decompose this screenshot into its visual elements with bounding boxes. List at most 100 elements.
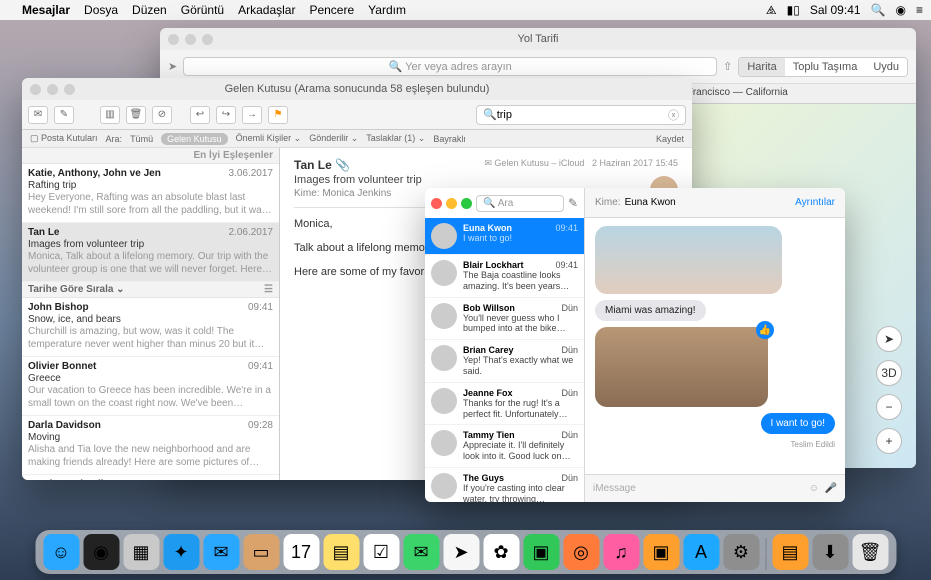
seg-map[interactable]: Harita — [739, 58, 784, 76]
mail-search[interactable]: 🔍 ⓧ — [476, 105, 686, 125]
conversation-row[interactable]: Jeanne FoxDünThanks for the rug! It's a … — [425, 383, 584, 426]
reader-to-label: Kime: — [294, 188, 320, 199]
received-image-2[interactable]: 👍 — [595, 327, 768, 407]
dock-notes[interactable]: ▤ — [323, 534, 359, 570]
received-image-1[interactable] — [595, 226, 782, 294]
seg-transit[interactable]: Toplu Taşıma — [785, 58, 866, 76]
mail-message-row[interactable]: John Bishop09:41Snow, ice, and bearsChur… — [22, 298, 279, 357]
mail-max[interactable] — [64, 84, 75, 95]
dock-safari[interactable]: ✦ — [163, 534, 199, 570]
dock-launchpad[interactable]: ▦ — [123, 534, 159, 570]
maps-close[interactable] — [168, 34, 179, 45]
maps-title: Yol Tarifi — [160, 33, 916, 45]
conversation-row[interactable]: Tammy TienDünAppreciate it. I'll definit… — [425, 425, 584, 468]
reply-all-button[interactable]: ↪ — [216, 106, 236, 124]
messages-max[interactable] — [461, 198, 472, 209]
messages-close[interactable] — [431, 198, 442, 209]
dock-reminders[interactable]: ☑ — [363, 534, 399, 570]
mailboxes-toggle[interactable]: ▢ Posta Kutuları — [30, 133, 98, 144]
fav-flagged[interactable]: Bayraklı — [433, 134, 466, 144]
mail-close[interactable] — [30, 84, 41, 95]
compose-button[interactable]: ✎ — [54, 106, 74, 124]
3d-button[interactable]: 3D — [876, 360, 902, 386]
map-type-segment[interactable]: Harita Toplu Taşıma Uydu — [738, 57, 908, 77]
scope-inbox[interactable]: Gelen Kutusu — [161, 133, 228, 145]
dock-messages[interactable]: ✉ — [403, 534, 439, 570]
share-icon[interactable]: ⇧ — [723, 60, 732, 73]
maps-min[interactable] — [185, 34, 196, 45]
delete-button[interactable]: 🗑 — [126, 106, 146, 124]
menu-buddies[interactable]: Arkadaşlar — [238, 3, 295, 17]
maps-max[interactable] — [202, 34, 213, 45]
dock-calendar[interactable]: 17 — [283, 534, 319, 570]
conversation-row[interactable]: Euna Kwon09:41I want to go! — [425, 218, 584, 255]
wifi-icon[interactable]: ⧌ — [766, 3, 777, 18]
group-sort-date[interactable]: Tarihe Göre Sırala ⌄☰ — [22, 282, 279, 298]
dock-appstore[interactable]: A — [683, 534, 719, 570]
mail-message-row[interactable]: Tan Le2.06.2017Images from volunteer tri… — [22, 223, 279, 282]
archive-button[interactable]: ▥ — [100, 106, 120, 124]
messages-min[interactable] — [446, 198, 457, 209]
dock-itunes[interactable]: ♫ — [603, 534, 639, 570]
conversation-row[interactable]: The GuysDünIf you're casting into clear … — [425, 468, 584, 502]
mail-message-row[interactable]: Heather Schoell07:41Travel expensesMonic… — [22, 475, 279, 480]
menu-help[interactable]: Yardım — [368, 3, 406, 17]
fav-sent[interactable]: Gönderilir ⌄ — [309, 133, 358, 144]
menu-window[interactable]: Pencere — [309, 3, 354, 17]
forward-button[interactable]: → — [242, 106, 262, 124]
menu-file[interactable]: Dosya — [84, 3, 118, 17]
conversation-row[interactable]: Brian CareyDünYep! That's exactly what w… — [425, 340, 584, 383]
dock-ibooks[interactable]: ▣ — [643, 534, 679, 570]
zoom-in[interactable]: + — [876, 428, 902, 454]
seg-satellite[interactable]: Uydu — [865, 58, 907, 76]
fav-drafts[interactable]: Taslaklar (1) ⌄ — [366, 133, 425, 144]
dock-pages[interactable]: ▤ — [772, 534, 808, 570]
notification-center-icon[interactable]: ≡ — [916, 3, 923, 17]
dock-trash[interactable]: 🗑 — [852, 534, 888, 570]
reply-button[interactable]: ↩ — [190, 106, 210, 124]
dock-mail[interactable]: ✉ — [203, 534, 239, 570]
mail-message-row[interactable]: Katie, Anthony, John ve Jen3.06.2017Raft… — [22, 164, 279, 223]
clock[interactable]: Sal 09:41 — [810, 3, 861, 17]
audio-icon[interactable]: 🎤 — [825, 483, 837, 494]
dock-facetime[interactable]: ▣ — [523, 534, 559, 570]
maps-search[interactable]: 🔍 Yer veya adres arayın — [183, 57, 717, 76]
battery-icon[interactable]: ▮▯ — [787, 3, 800, 17]
dock-contacts[interactable]: ▭ — [243, 534, 279, 570]
dock-siri[interactable]: ◉ — [83, 534, 119, 570]
zoom-out[interactable]: − — [876, 394, 902, 420]
directions-icon[interactable]: ➤ — [168, 60, 177, 73]
emoji-icon[interactable]: ☺ — [809, 483, 819, 494]
mail-min[interactable] — [47, 84, 58, 95]
dock-photobooth[interactable]: ◎ — [563, 534, 599, 570]
dock-preferences[interactable]: ⚙ — [723, 534, 759, 570]
junk-button[interactable]: ⊘ — [152, 106, 172, 124]
dock-photos[interactable]: ✿ — [483, 534, 519, 570]
compose-input[interactable]: iMessage — [593, 483, 809, 494]
tapback-like-icon[interactable]: 👍 — [756, 321, 774, 339]
mail-message-row[interactable]: Darla Davidson09:28MovingAlisha and Tia … — [22, 416, 279, 475]
messages-search[interactable]: 🔍 Ara — [476, 195, 564, 212]
siri-icon[interactable]: ◉ — [896, 3, 906, 17]
dock-finder[interactable]: ☺ — [43, 534, 79, 570]
save-search[interactable]: Kaydet — [656, 134, 684, 144]
mail-search-input[interactable] — [497, 109, 668, 121]
app-menu[interactable]: Mesajlar — [22, 3, 70, 17]
locate-icon[interactable]: ➤ — [876, 326, 902, 352]
conversation-row[interactable]: Blair Lockhart09:41The Baja coastline lo… — [425, 255, 584, 298]
details-button[interactable]: Ayrıntılar — [795, 197, 835, 208]
flag-button[interactable]: ⚑ — [268, 106, 288, 124]
spotlight-icon[interactable]: 🔍 — [871, 3, 886, 17]
clear-search-icon[interactable]: ⓧ — [668, 107, 679, 123]
menu-view[interactable]: Görüntü — [181, 3, 224, 17]
dock-maps[interactable]: ➤ — [443, 534, 479, 570]
to-field[interactable]: Euna Kwon — [625, 197, 676, 208]
fav-vip[interactable]: Önemli Kişiler ⌄ — [236, 133, 302, 144]
mail-message-row[interactable]: Olivier Bonnet09:41GreeceOur vacation to… — [22, 357, 279, 416]
menu-edit[interactable]: Düzen — [132, 3, 167, 17]
dock-downloads[interactable]: ⬇ — [812, 534, 848, 570]
get-mail-button[interactable]: ✉ — [28, 106, 48, 124]
scope-all[interactable]: Tümü — [130, 134, 153, 144]
new-message-button[interactable]: ✎ — [568, 196, 578, 210]
conversation-row[interactable]: Bob WillsonDünYou'll never guess who I b… — [425, 298, 584, 341]
